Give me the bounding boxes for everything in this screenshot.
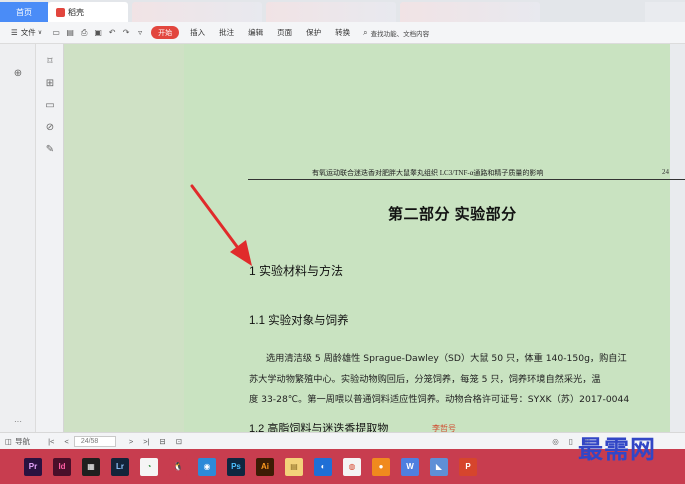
menu-icon: ☰ <box>11 28 18 37</box>
file-menu-label: 文件 <box>20 28 36 37</box>
pinwheel-icon[interactable]: ◔ <box>140 457 158 476</box>
tab-edit[interactable]: 编辑 <box>241 25 270 41</box>
attachment-icon[interactable]: ⊘ <box>43 120 57 134</box>
search-input[interactable]: ⌕ 查找功能、文档内容 <box>357 26 435 40</box>
folder-icon[interactable]: ▤ <box>285 457 303 476</box>
illustrator-icon[interactable]: Ai <box>256 457 274 476</box>
search-placeholder: 查找功能、文档内容 <box>370 30 430 38</box>
photoshop-icon[interactable]: Ps <box>227 457 245 476</box>
chevron-down-icon: ∨ <box>37 30 43 36</box>
bookmark-icon[interactable]: ⌑ <box>43 54 57 68</box>
zoom-icon[interactable]: ⊕ <box>11 66 25 80</box>
tab-blurred-1[interactable] <box>132 2 262 22</box>
docer-icon <box>56 7 65 17</box>
heading-1-2: 1.2 高脂饲料与迷迭香提取物 <box>249 423 389 432</box>
tab-blurred-2[interactable] <box>266 2 396 22</box>
annotation-arrow <box>190 184 252 266</box>
tab-start[interactable]: 开始 <box>151 26 180 39</box>
tab-protect[interactable]: 保护 <box>299 25 328 41</box>
wps-presentation-icon[interactable]: P <box>459 457 477 476</box>
firefox-icon[interactable]: ● <box>372 457 390 476</box>
next-page-button[interactable]: > <box>124 435 138 448</box>
qq-icon[interactable]: 🐧 <box>169 457 187 476</box>
chrome-icon[interactable]: ◍ <box>343 457 361 476</box>
browser-icon[interactable]: ◐ <box>314 457 332 476</box>
search-icon: ⌕ <box>363 27 368 37</box>
face-app-icon[interactable]: ◉ <box>198 457 216 476</box>
single-page-view-icon[interactable]: ▯ <box>564 435 578 448</box>
navigation-label: 导航 <box>15 436 31 446</box>
indesign-icon[interactable]: Id <box>53 457 71 476</box>
last-page-button[interactable]: >| <box>138 435 154 448</box>
file-menu[interactable]: ☰ 文件 ∨ <box>4 25 49 41</box>
paragraph-line: 选用清洁级 5 周龄雄性 Sprague-Dawley（SD）大鼠 50 只，体… <box>266 353 627 364</box>
header-rule <box>248 179 685 180</box>
tab-bar: 首页 稻壳 <box>0 0 685 22</box>
tab-home-label: 首页 <box>16 7 32 17</box>
wps-icon[interactable]: W <box>401 457 419 476</box>
rotate-right-icon[interactable]: ⊡ <box>171 435 187 448</box>
signature-icon[interactable]: ✎ <box>43 142 57 156</box>
heading-1-1: 1.1 实验对象与饲养 <box>249 315 349 327</box>
side-toolbar: ⌑ ⊞ ▭ ⊘ ✎ <box>36 44 64 432</box>
left-panel: ⊕ ··· <box>0 44 36 432</box>
tab-docer-label: 稻壳 <box>68 7 84 17</box>
lightroom-icon[interactable]: Lr <box>111 457 129 476</box>
navigation-toggle[interactable]: ◫ 导航 <box>0 435 35 448</box>
nav-pane-icon: ◫ <box>5 436 13 446</box>
toolbar: ☰ 文件 ∨ ▭ ▤ ⎙ ▣ ↶ ↷ ▿ 开始 插入 批注 编辑 页面 保护 转… <box>0 22 685 44</box>
paragraph-line: 苏大学动物繁殖中心。实验动物购回后，分笼饲养，每笼 5 只，饲养环境自然采光，温 <box>249 374 601 385</box>
app-icon[interactable]: ◣ <box>430 457 448 476</box>
thumbnail-icon[interactable]: ⊞ <box>43 76 57 90</box>
more-dropdown-icon[interactable]: ▿ <box>133 25 147 41</box>
paragraph-line: 度 33-28℃。第一周喂以普通饲料适应性饲养。动物合格许可证号：SYXK（苏）… <box>249 394 630 405</box>
tab-docer[interactable]: 稻壳 <box>48 2 128 22</box>
header-page-number: 24 <box>662 168 669 176</box>
print-icon[interactable]: ⎙ <box>77 25 91 41</box>
tab-home[interactable]: 首页 <box>0 2 48 22</box>
tab-blurred-3[interactable] <box>400 2 540 22</box>
rotate-left-icon[interactable]: ⊟ <box>155 435 171 448</box>
comment-icon[interactable]: ▭ <box>43 98 57 112</box>
window-controls[interactable] <box>645 2 685 22</box>
print-preview-icon[interactable]: ▣ <box>91 25 105 41</box>
running-header: 有氧运动联合迷迭香对肥胖大鼠睾丸组织 LC3/TNF-α通路和精子质量的影响 <box>312 169 544 177</box>
premiere-icon[interactable]: Pr <box>24 457 42 476</box>
tab-comment[interactable]: 批注 <box>212 25 241 41</box>
part-title: 第二部分 实验部分 <box>388 206 517 223</box>
page-number-input[interactable]: 24/58 <box>73 435 116 447</box>
previous-page-button[interactable]: < <box>59 435 73 448</box>
tab-convert[interactable]: 转换 <box>328 25 357 41</box>
undo-icon[interactable]: ↶ <box>105 25 119 41</box>
film-icon[interactable]: ▦ <box>82 457 100 476</box>
watermark-logo: 最需网 <box>578 435 657 464</box>
tab-insert[interactable]: 插入 <box>183 25 212 41</box>
open-folder-icon[interactable]: ▭ <box>49 25 63 41</box>
tab-page[interactable]: 页面 <box>270 25 299 41</box>
save-icon[interactable]: ▤ <box>63 25 77 41</box>
vertical-scrollbar[interactable] <box>670 44 685 432</box>
redo-icon[interactable]: ↷ <box>119 25 133 41</box>
eye-protection-icon[interactable]: ◎ <box>547 435 564 448</box>
first-page-button[interactable]: |< <box>43 435 59 448</box>
more-options-icon[interactable]: ··· <box>11 414 25 428</box>
